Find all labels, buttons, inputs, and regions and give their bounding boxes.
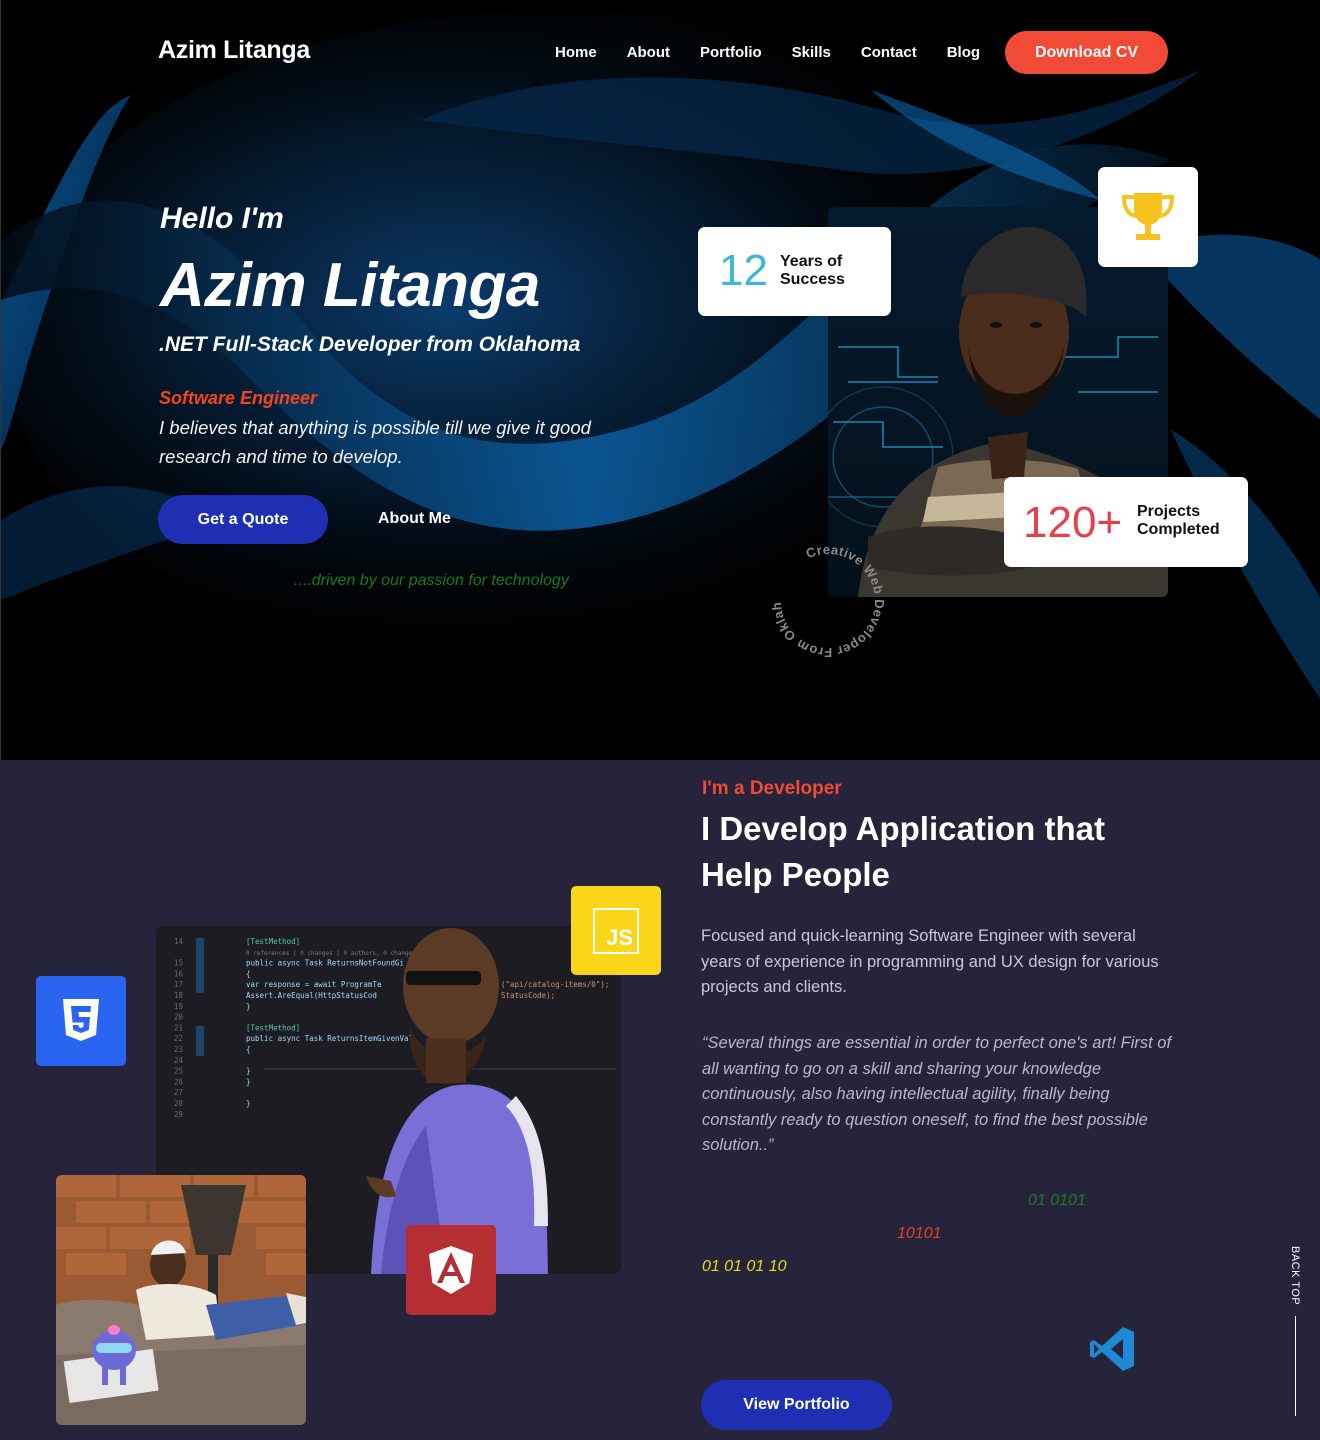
css3-badge — [36, 976, 126, 1066]
hero-section: Azim Litanga Home About Portfolio Skills… — [0, 0, 1320, 760]
about-description: Focused and quick-learning Software Engi… — [701, 927, 1159, 996]
hero-greeting: Hello I'm — [160, 202, 284, 235]
code-line-number: 15 — [174, 959, 183, 968]
code-line: [TestMethod] — [246, 937, 300, 946]
angular-badge — [406, 1225, 496, 1315]
years-of-success-card: 12 Years of Success — [698, 227, 891, 316]
trophy-card — [1098, 167, 1198, 267]
about-section: StatusCode); ("api/catalog-items/0"); 29} 2… — [0, 760, 1320, 1440]
code-line-number: 16 — [174, 969, 184, 978]
code-line-number: 25 — [174, 1067, 183, 1076]
nav-about[interactable]: About — [627, 44, 670, 61]
vscode-icon — [1090, 1327, 1134, 1371]
get-quote-button[interactable]: Get a Quote — [158, 495, 328, 544]
code-line: } — [246, 1002, 251, 1011]
code-line: Assert.AreEqual(HttpStatusCod — [246, 991, 377, 1000]
about-me-link[interactable]: About Me — [378, 510, 451, 528]
circle-text: Creative Web Developer From Oklahoma — [763, 536, 887, 660]
projects-completed-card: 120+ Projects Completed — [1004, 477, 1248, 567]
hero-name: Azim Litanga — [160, 251, 540, 320]
code-line: { — [246, 1045, 251, 1054]
hero-tagline: .NET Full-Stack Developer from Oklahoma — [159, 333, 581, 356]
about-headline: I Develop Application that Help People — [701, 810, 1105, 893]
back-to-top-line — [1295, 1316, 1296, 1416]
javascript-badge: JS — [571, 886, 661, 975]
developer-photo — [56, 1175, 306, 1425]
hero-belief: I believes that anything is possible til… — [159, 417, 591, 467]
code-fragment: StatusCode); — [501, 991, 555, 1000]
code-line-number: 28 — [174, 1099, 184, 1108]
nav-skills[interactable]: Skills — [792, 44, 831, 61]
binary-text-1: 01 0101 — [1028, 1192, 1086, 1209]
code-line: } — [246, 1077, 251, 1086]
nav-portfolio[interactable]: Portfolio — [700, 44, 762, 61]
years-label: Years of Success — [780, 253, 845, 288]
js-icon-label: JS — [606, 924, 633, 950]
code-fragment: ("api/catalog-items/0"); — [501, 980, 609, 989]
code-line: } — [246, 1067, 251, 1076]
projects-value: 120+ — [1023, 498, 1123, 547]
code-line-number: 20 — [174, 1013, 184, 1022]
hero-role: Software Engineer — [159, 388, 318, 408]
code-line-number: 24 — [174, 1056, 184, 1065]
code-line-number: 29 — [174, 1110, 183, 1119]
hero-motto: ....driven by our passion for technology — [294, 572, 569, 589]
code-line-number: 17 — [174, 980, 183, 989]
code-line: [TestMethod] — [246, 1023, 300, 1032]
code-line: 0 references | 0 changes | 0 authors, 0 … — [246, 950, 416, 957]
code-line: public async Task ReturnsNotFoundGi — [246, 959, 404, 968]
about-eyebrow: I'm a Developer — [702, 778, 842, 799]
code-line: public async Task ReturnsItemGivenVal — [246, 1034, 413, 1043]
rotating-circle-text: Creative Web Developer From Oklahoma — [763, 536, 887, 660]
code-line-number: 22 — [174, 1034, 183, 1043]
download-cv-button[interactable]: Download CV — [1005, 31, 1168, 74]
view-portfolio-button[interactable]: View Portfolio — [701, 1380, 892, 1430]
years-value: 12 — [719, 246, 768, 295]
nav-home[interactable]: Home — [555, 44, 597, 61]
angular-icon — [429, 1246, 473, 1294]
binary-text-3: 01 01 01 10 — [702, 1258, 787, 1275]
nav-blog[interactable]: Blog — [947, 44, 980, 61]
back-to-top[interactable]: BACK TOP — [1289, 1246, 1303, 1416]
trophy-icon — [1121, 193, 1175, 240]
code-line-number: 21 — [174, 1023, 183, 1032]
about-quote: “Several things are essential in order t… — [702, 1034, 1172, 1154]
brand-logo[interactable]: Azim Litanga — [158, 36, 310, 65]
nav-contact[interactable]: Contact — [861, 44, 917, 61]
projects-label: Projects Completed — [1137, 503, 1220, 538]
code-line-number: 18 — [174, 991, 184, 1000]
code-line-number: 19 — [174, 1002, 183, 1011]
back-to-top-label: BACK TOP — [1289, 1246, 1301, 1306]
code-line: } — [246, 1099, 251, 1108]
js-icon: JS — [593, 907, 639, 954]
main-nav: Home About Portfolio Skills Contact Blog — [555, 44, 1010, 61]
code-line-number: 27 — [174, 1088, 183, 1097]
binary-text-2: 10101 — [897, 1225, 942, 1242]
svg-text:Creative Web Developer From Ok: Creative Web Developer From Oklahoma — [763, 536, 887, 660]
code-line-number: 23 — [174, 1045, 183, 1054]
css3-icon — [63, 999, 99, 1041]
code-line-number: 26 — [174, 1077, 184, 1086]
code-line-number: 14 — [174, 937, 184, 946]
code-line: { — [246, 969, 251, 978]
code-line: var response = await ProgramTe — [246, 980, 382, 989]
